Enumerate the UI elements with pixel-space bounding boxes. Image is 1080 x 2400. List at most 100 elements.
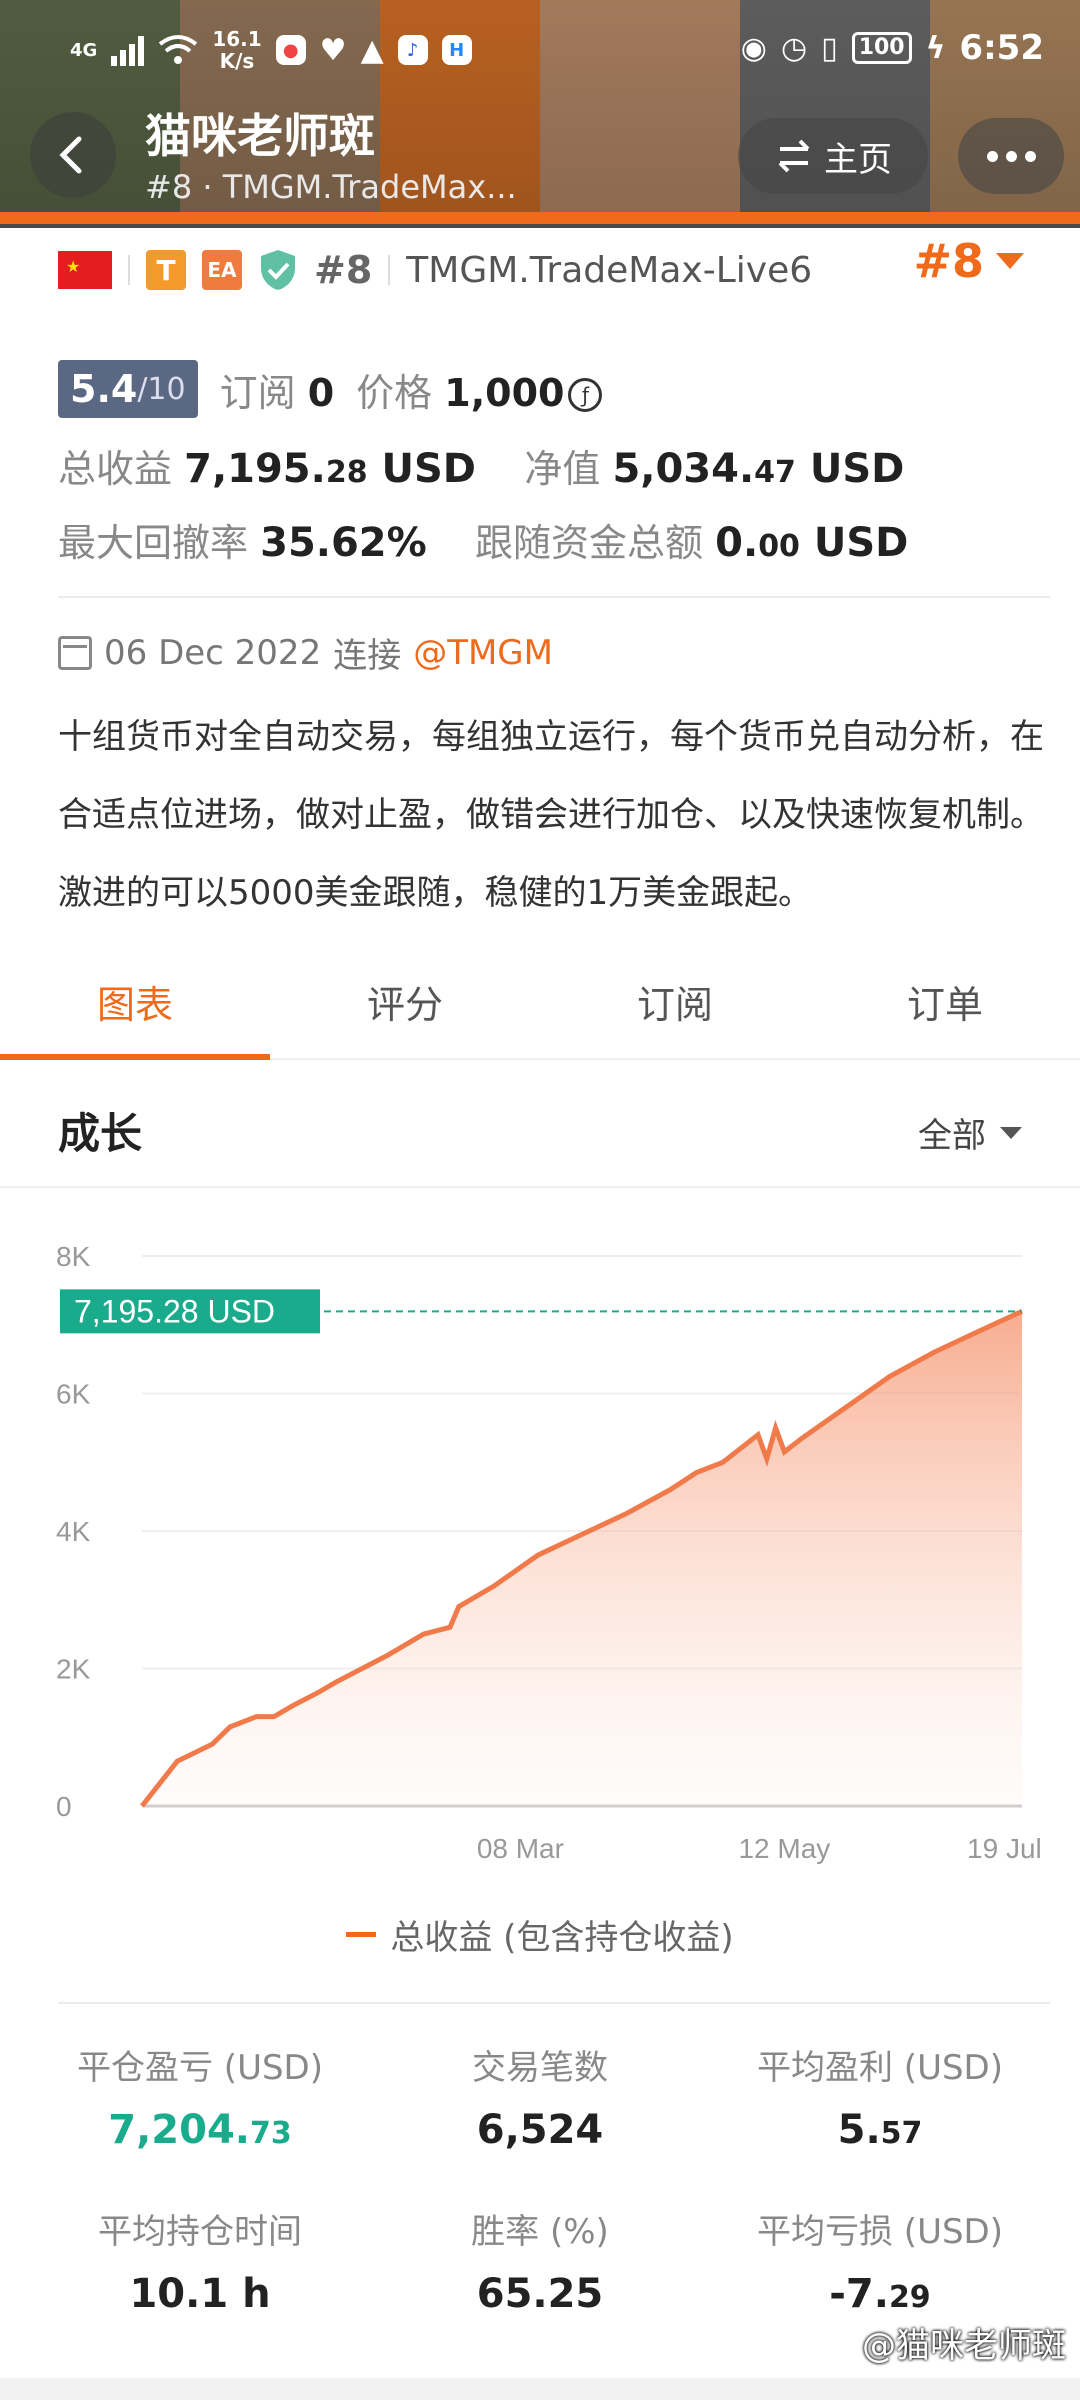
y-tick-label: 0	[56, 1791, 72, 1822]
connection-label: 连接	[333, 636, 402, 676]
score-badge: 5.4 /10	[58, 360, 198, 418]
summary-win-rate: 胜率 (%) 65.25	[370, 2204, 710, 2317]
y-tick-label: 2K	[56, 1654, 91, 1685]
y-tick-label: 6K	[56, 1379, 91, 1410]
summary-value: 65.25	[370, 2271, 710, 2317]
subscribe-stat: 订阅 0	[220, 362, 335, 417]
tab-chart[interactable]: 图表	[0, 962, 270, 1060]
summary-int: 7,204.	[108, 2107, 250, 2153]
summary-label: 交易笔数	[472, 2048, 608, 2088]
total-profit-value: 7,195.28 USD	[184, 446, 476, 492]
growth-chart: 7,195.28 USD 0 2K 4K 6K 8K 08 Mar 12 May 19 Ju…	[0, 1200, 1080, 1900]
follow-int: 0.	[715, 520, 759, 566]
drawdown-label: 最大回撤率	[58, 521, 249, 565]
tab-orders[interactable]: 订单	[810, 962, 1080, 1058]
divider	[128, 255, 130, 285]
price-label: 价格	[356, 370, 433, 415]
equity-label: 净值	[524, 447, 601, 491]
alarm-icon: ◷	[780, 30, 808, 66]
coin-icon: ƒ	[568, 378, 603, 412]
summary-avg-profit: 平均盈利 (USD) 5.57	[710, 2040, 1050, 2153]
network-label: 4G	[70, 39, 98, 61]
divider	[58, 2002, 1050, 2004]
summary-label: 平均亏损 (USD)	[757, 2212, 1003, 2252]
signal-icon	[111, 34, 145, 66]
calendar-icon	[58, 635, 92, 670]
page-subtitle: #8 · TMGM.TradeMax...	[145, 168, 517, 206]
bottom-strip	[0, 2378, 1080, 2400]
tab-subscribe[interactable]: 订阅	[540, 962, 810, 1058]
summary-dec: 57	[880, 2116, 923, 2151]
summary-int: 5.	[837, 2107, 881, 2153]
period-filter[interactable]: 全部	[918, 1108, 1022, 1157]
summary-dec: 73	[249, 2116, 292, 2151]
summary-label: 平仓盈亏 (USD)	[77, 2048, 323, 2088]
x-tick-label: 19 Jul	[967, 1833, 1042, 1864]
china-flag-icon: ★	[58, 251, 112, 289]
total-profit-label: 总收益	[58, 447, 173, 491]
section-title: 成长	[58, 1109, 143, 1158]
battery-level: 100	[858, 35, 905, 60]
switch-icon	[778, 139, 810, 173]
hi-app-icon: H	[441, 35, 472, 65]
price-stat: 价格 1,000 ƒ	[356, 362, 603, 417]
eye-icon: ◉	[740, 30, 767, 66]
y-tick-label: 8K	[56, 1241, 91, 1272]
home-button[interactable]: 主页	[738, 118, 928, 194]
summary-closed-pnl: 平仓盈亏 (USD) 7,204.73	[30, 2040, 370, 2153]
vibrate-icon: ▯	[821, 30, 838, 66]
divider	[58, 596, 1050, 598]
connection-date: 06 Dec 2022	[104, 632, 322, 673]
summary-value: 10.1 h	[30, 2271, 370, 2317]
tab-rating[interactable]: 评分	[270, 962, 540, 1058]
summary-int: 6,524	[476, 2107, 604, 2153]
last-value-label: 7,195.28 USD	[74, 1293, 275, 1329]
battery-icon: 100	[851, 32, 912, 64]
equity-unit: USD	[795, 446, 905, 492]
net-speed: 16.1 K/s	[212, 28, 261, 72]
equity-value: 5,034.47 USD	[612, 446, 904, 492]
equity-dec: 47	[754, 455, 796, 490]
area-fill	[142, 1311, 1022, 1806]
profit-equity-row: 总收益 7,195.28 USD 净值 5,034.47 USD	[58, 438, 904, 493]
legend-label: 总收益 (包含持仓收益)	[390, 1918, 734, 1958]
summary-label: 平均盈利 (USD)	[757, 2048, 1003, 2088]
more-dot-icon	[1024, 150, 1036, 162]
status-bar: 4G 16.1 K/s ● ♥ ▲ ♪ H ◉ ◷ ▯ 100 ϟ 6:52	[0, 22, 1080, 82]
heart-icon: ♥	[319, 32, 347, 68]
back-button[interactable]	[30, 112, 116, 198]
follow-unit: USD	[799, 520, 909, 566]
status-right: ◉ ◷ ▯ 100 ϟ 6:52	[741, 28, 1044, 68]
growth-chart-svg: 7,195.28 USD 0 2K 4K 6K 8K 08 Mar 12 May 19 Ju…	[56, 1241, 1042, 1864]
last-value-tag: 7,195.28 USD	[60, 1289, 320, 1334]
badge-t: T	[146, 250, 186, 290]
equity-int: 5,034.	[612, 446, 755, 492]
total-profit-dec: 28	[325, 455, 368, 490]
total-profit-int: 7,195.	[184, 446, 326, 492]
net-speed-value: 16.1	[212, 27, 262, 51]
rank-label: #8	[314, 248, 373, 292]
rank-dropdown[interactable]: #8	[913, 234, 1024, 288]
server-name: TMGM.TradeMax-Live6	[406, 249, 813, 291]
home-button-label: 主页	[824, 139, 892, 180]
summary-dec: 29	[888, 2280, 931, 2315]
total-profit-unit: USD	[367, 446, 477, 492]
chevron-left-icon	[59, 136, 82, 174]
connection-row: 06 Dec 2022 连接 @TMGM	[58, 628, 553, 677]
summary-int: -7.	[829, 2271, 889, 2317]
x-tick-label: 12 May	[738, 1833, 830, 1864]
more-dot-icon	[986, 150, 998, 162]
caret-down-icon	[996, 253, 1024, 269]
summary-trades: 交易笔数 6,524	[370, 2040, 710, 2153]
summary-avg-loss: 平均亏损 (USD) -7.29	[710, 2204, 1050, 2317]
y-tick-label: 4K	[56, 1516, 91, 1547]
more-dot-icon	[1005, 150, 1017, 162]
broker-link[interactable]: @TMGM	[413, 633, 553, 673]
chart-legend: 总收益 (包含持仓收益)	[0, 1910, 1080, 1959]
badge-ea: EA	[202, 250, 242, 290]
score-row: 5.4 /10 订阅 0 价格 1,000 ƒ	[58, 360, 603, 418]
caret-down-icon	[1000, 1126, 1022, 1139]
music-app-icon: ♪	[397, 35, 428, 65]
more-button[interactable]	[958, 118, 1064, 194]
summary-value: -7.29	[710, 2271, 1050, 2317]
